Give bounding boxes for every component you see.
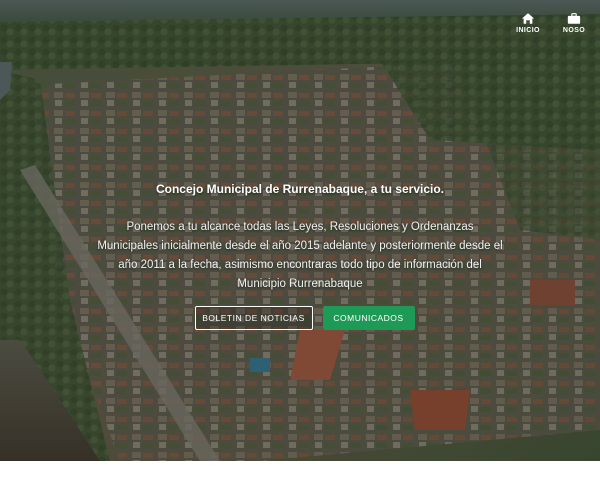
briefcase-icon: [567, 13, 581, 24]
communications-button[interactable]: COMUNICADOS: [322, 306, 415, 330]
nav-item-nosotros[interactable]: NOSO: [554, 12, 594, 42]
page-below-hero: [0, 461, 600, 500]
hero-section: INICIO NOSO Concejo Municipal de Rurrena…: [0, 0, 600, 461]
hero-title: Concejo Municipal de Rurrenabaque, a tu …: [155, 182, 445, 196]
home-icon: [521, 13, 535, 24]
nav-item-inicio[interactable]: INICIO: [508, 12, 548, 42]
top-navigation: INICIO NOSO: [508, 12, 600, 42]
news-bulletin-button[interactable]: BOLETIN DE NOTICIAS: [194, 306, 313, 330]
nav-label-inicio: INICIO: [516, 27, 540, 34]
nav-label-nosotros: NOSO: [562, 27, 586, 34]
hero-description: Ponemos a tu alcance todas las Leyes, Re…: [97, 221, 503, 290]
hero-content: Concejo Municipal de Rurrenabaque, a tu …: [0, 182, 600, 294]
hero-buttons: BOLETIN DE NOTICIAS COMUNICADOS: [0, 306, 600, 330]
